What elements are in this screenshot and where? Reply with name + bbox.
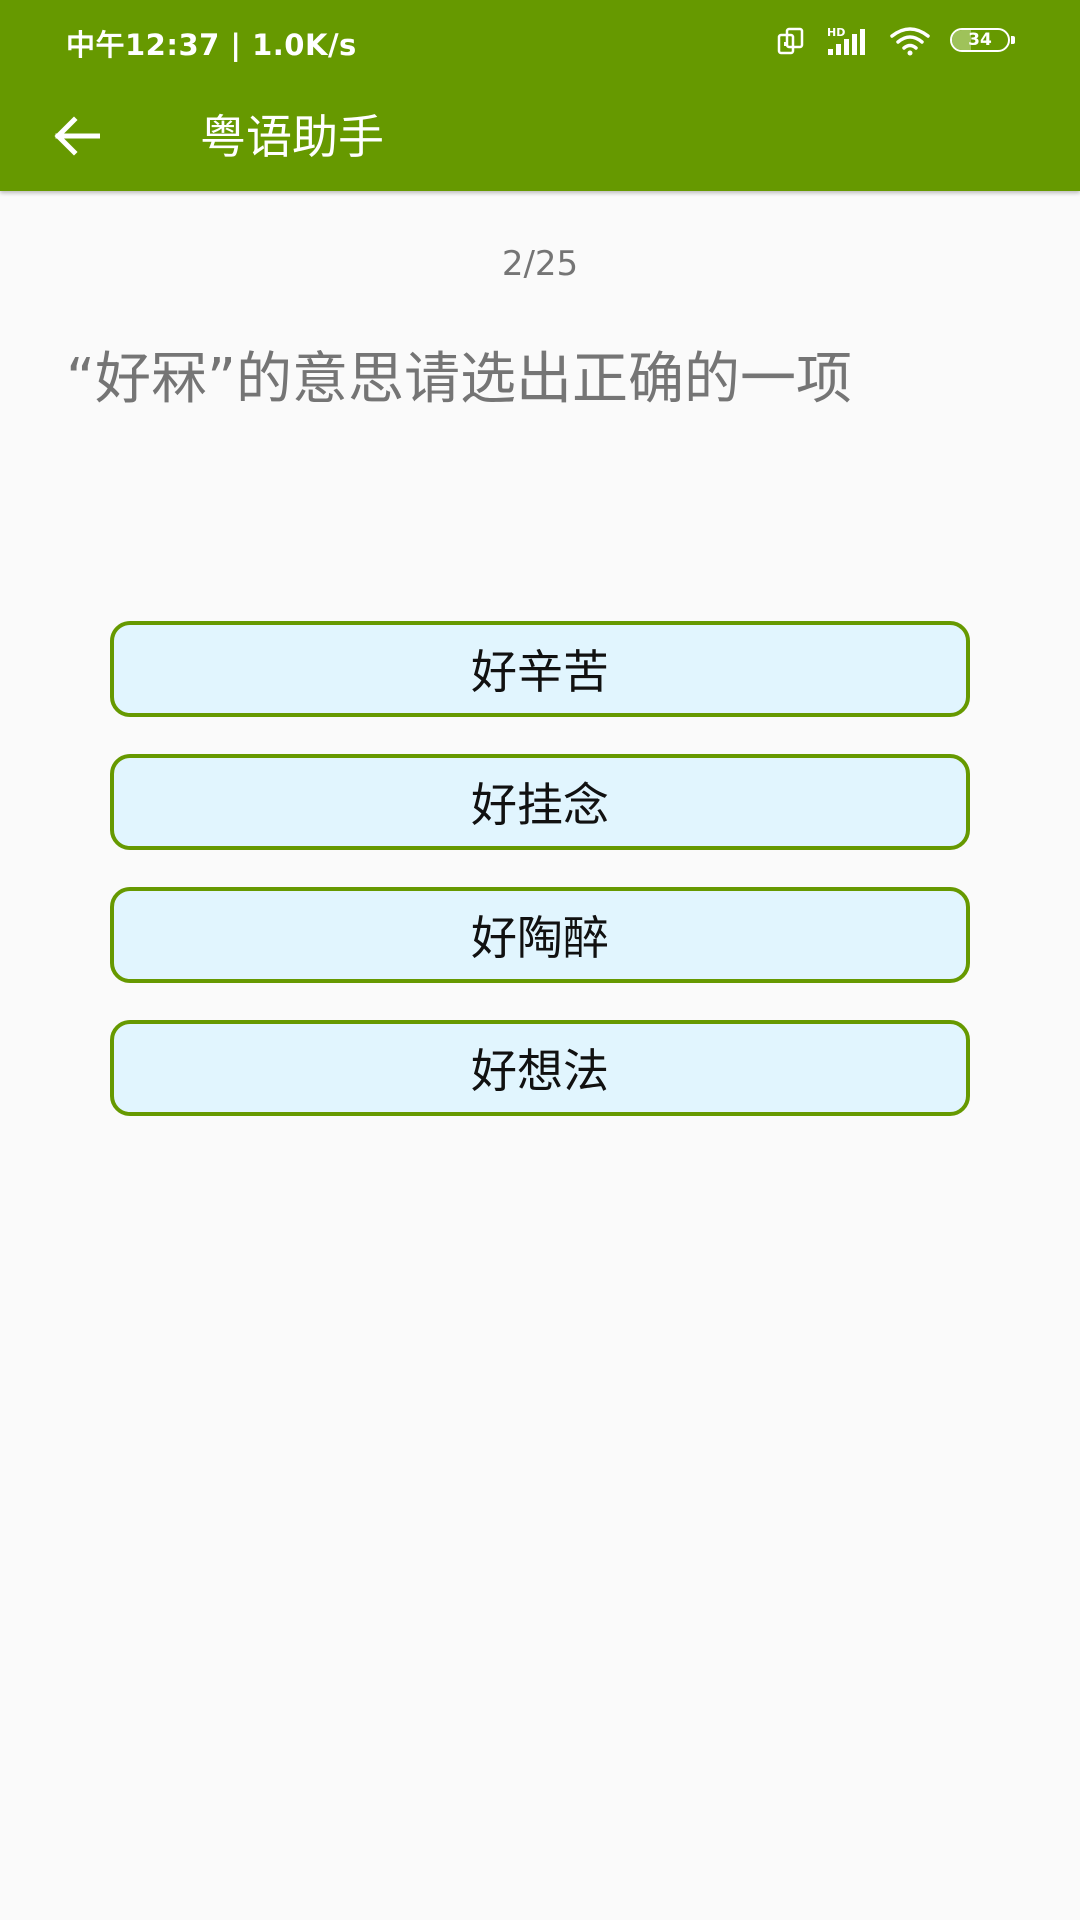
answer-options: 好辛苦 好挂念 好陶醉 好想法 — [110, 621, 970, 1153]
status-time: 中午12:37 | 1.0K/s — [66, 28, 357, 62]
option-button-1[interactable]: 好辛苦 — [110, 621, 970, 717]
question-text: “好冧”的意思请选出正确的一项 — [66, 347, 853, 412]
status-bar: 中午12:37 | 1.0K/s HD 34 — [0, 0, 1080, 82]
top-bar: 中午12:37 | 1.0K/s HD 34 粤语助手 — [0, 0, 1080, 191]
option-button-4[interactable]: 好想法 — [110, 1020, 970, 1116]
app-bar: 粤语助手 — [0, 82, 1080, 191]
wifi-icon — [890, 26, 930, 56]
hd-label: HD — [827, 26, 845, 39]
back-button[interactable] — [40, 102, 112, 174]
arrow-left-icon — [52, 116, 101, 160]
question-progress: 2/25 — [501, 244, 579, 284]
battery-icon: 34 — [950, 28, 1016, 54]
hd-signal-icon: HD — [826, 25, 870, 57]
option-button-3[interactable]: 好陶醉 — [110, 887, 970, 983]
battery-level: 34 — [968, 30, 992, 50]
option-button-2[interactable]: 好挂念 — [110, 754, 970, 850]
screen-rotate-icon — [776, 26, 806, 56]
status-icons: HD 34 — [776, 22, 1016, 60]
app-title: 粤语助手 — [200, 110, 384, 164]
